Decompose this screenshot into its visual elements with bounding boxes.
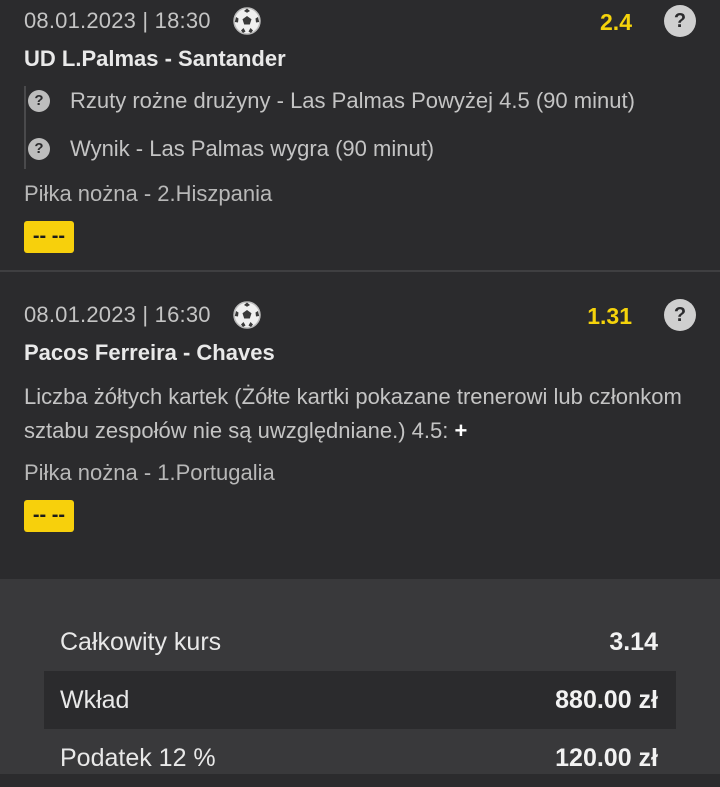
bet-card: 08.01.2023 | 16:30 1.31 ? Pacos Ferreira… bbox=[0, 272, 720, 532]
bet-header: 08.01.2023 | 16:30 1.31 ? bbox=[24, 294, 696, 334]
bet-card: 08.01.2023 | 18:30 2.4 ? UD L.Palmas - S… bbox=[0, 0, 720, 253]
status-badge: -- -- bbox=[24, 500, 74, 532]
stake-row: Wkład 880.00 zł bbox=[44, 671, 676, 729]
help-icon[interactable]: ? bbox=[28, 138, 50, 160]
stake-value: 880.00 zł bbox=[555, 686, 658, 714]
selection-item: ? Wynik - Las Palmas wygra (90 minut) bbox=[28, 134, 696, 169]
bet-header: 08.01.2023 | 18:30 2.4 ? bbox=[24, 0, 696, 40]
league-label: Piłka nożna - 1.Portugalia bbox=[24, 460, 275, 485]
selection-text: Rzuty rożne drużyny - Las Palmas Powyżej… bbox=[70, 88, 635, 113]
league-label: Piłka nożna - 2.Hiszpania bbox=[24, 181, 273, 206]
bet-datetime: 08.01.2023 | 18:30 bbox=[24, 8, 211, 33]
tax-label: Podatek 12 % bbox=[60, 744, 216, 772]
tax-row: Podatek 12 % 120.00 zł bbox=[44, 729, 676, 787]
stake-label: Wkład bbox=[60, 686, 130, 714]
match-name: Pacos Ferreira - Chaves bbox=[24, 340, 275, 365]
status-badge: -- -- bbox=[24, 221, 74, 253]
soccer-ball-icon bbox=[233, 7, 261, 35]
selection-mark: + bbox=[454, 418, 468, 443]
selection-text: Liczba żółtych kartek (Żółte kartki poka… bbox=[24, 384, 682, 443]
bet-odds: 1.31 bbox=[587, 303, 632, 329]
bet-datetime: 08.01.2023 | 16:30 bbox=[24, 302, 211, 327]
total-odds-label: Całkowity kurs bbox=[60, 628, 222, 656]
help-icon[interactable]: ? bbox=[664, 5, 696, 37]
help-icon[interactable]: ? bbox=[664, 299, 696, 331]
selection-list: ? Rzuty rożne drużyny - Las Palmas Powyż… bbox=[24, 86, 696, 169]
match-name: UD L.Palmas - Santander bbox=[24, 46, 286, 71]
total-odds-row: Całkowity kurs 3.14 bbox=[44, 613, 676, 671]
bet-summary: Całkowity kurs 3.14 Wkład 880.00 zł Poda… bbox=[0, 579, 720, 774]
bet-odds: 2.4 bbox=[600, 9, 632, 35]
soccer-ball-icon bbox=[233, 301, 261, 329]
total-odds-value: 3.14 bbox=[609, 628, 658, 656]
selection-item: Liczba żółtych kartek (Żółte kartki poka… bbox=[24, 380, 696, 448]
tax-value: 120.00 zł bbox=[555, 744, 658, 772]
help-icon[interactable]: ? bbox=[28, 90, 50, 112]
selection-text: Wynik - Las Palmas wygra (90 minut) bbox=[70, 136, 435, 161]
selection-item: ? Rzuty rożne drużyny - Las Palmas Powyż… bbox=[28, 86, 696, 134]
